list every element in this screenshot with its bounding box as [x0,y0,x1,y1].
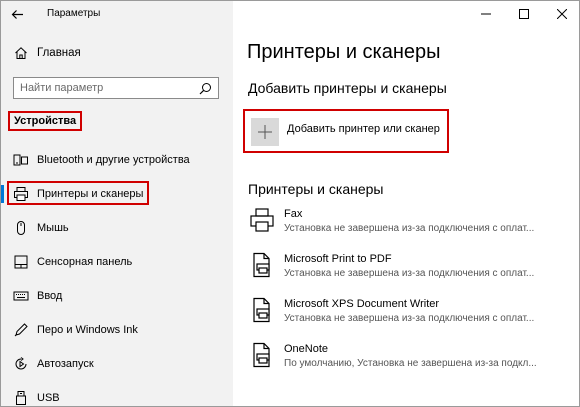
sidebar-item-printers[interactable]: Принтеры и сканеры [1,177,233,211]
sidebar-item-autoplay[interactable]: Автозапуск [1,347,233,381]
maximize-icon [519,9,529,19]
printer-item-fax[interactable]: Fax Установка не завершена из-за подключ… [247,205,579,250]
printer-status: По умолчанию, Установка не завершена из-… [284,358,537,369]
keyboard-icon [13,288,29,304]
touchpad-icon [13,254,29,270]
search-box[interactable] [13,77,219,99]
section-title-devices: Устройства [8,111,83,131]
printer-doc-icon [249,297,275,323]
main-content: Принтеры и сканеры Добавить принтеры и с… [233,1,579,406]
printer-list: Fax Установка не завершена из-за подключ… [247,205,579,385]
sidebar-item-label: USB [37,392,60,404]
printer-status: Установка не завершена из-за подключения… [284,268,535,279]
add-printer-label: Добавить принтер или сканер [287,123,440,135]
sidebar-item-label: Главная [37,47,81,59]
printer-doc-icon [249,342,275,368]
sidebar-item-pen[interactable]: Перо и Windows Ink [1,313,233,347]
home-icon [14,46,28,60]
printer-name: OneNote [284,343,329,355]
close-icon [557,9,567,19]
add-tile [251,118,279,146]
back-button[interactable] [7,4,27,24]
add-printer-button[interactable]: Добавить принтер или сканер [243,109,449,153]
sidebar-item-label: Ввод [37,290,63,302]
printer-name: Microsoft Print to PDF [284,253,392,265]
pen-icon [13,322,29,338]
printer-status: Установка не завершена из-за подключения… [284,223,535,234]
printer-name: Fax [284,208,303,220]
settings-window: Параметры Главная Устройства [0,0,580,407]
sidebar-item-touchpad[interactable]: Сенсорная панель [1,245,233,279]
sidebar: Параметры Главная Устройства [1,1,233,406]
printer-item-xps[interactable]: Microsoft XPS Document Writer Установка … [247,295,579,340]
printer-status: Установка не завершена из-за подключения… [284,313,535,324]
close-button[interactable] [543,1,579,27]
printer-name: Microsoft XPS Document Writer [284,298,440,310]
sidebar-item-label: Мышь [37,222,69,234]
printer-item-onenote[interactable]: OneNote По умолчанию, Установка не завер… [247,340,579,385]
bluetooth-devices-icon [13,152,29,168]
mouse-icon [13,220,29,236]
fax-printer-icon [249,207,275,233]
search-icon[interactable] [199,82,212,95]
sidebar-item-label: Сенсорная панель [37,256,133,268]
highlight-box [7,181,149,205]
printer-doc-icon [249,252,275,278]
sidebar-item-label: Перо и Windows Ink [37,324,138,336]
sidebar-item-mouse[interactable]: Мышь [1,211,233,245]
autoplay-icon [13,356,29,372]
selection-indicator [1,185,4,203]
sidebar-item-label: Автозапуск [37,358,94,370]
titlebar: Параметры [1,1,233,27]
add-section-title: Добавить принтеры и сканеры [248,80,447,96]
printer-list-title: Принтеры и сканеры [248,181,384,197]
page-title: Принтеры и сканеры [247,41,441,63]
sidebar-item-typing[interactable]: Ввод [1,279,233,313]
caption-buttons [467,1,579,27]
maximize-button[interactable] [505,1,543,27]
sidebar-item-label: Bluetooth и другие устройства [37,154,190,166]
sidebar-nav-list: Bluetooth и другие устройства Принтеры и… [1,143,233,406]
back-arrow-icon [11,9,23,19]
window-title: Параметры [47,8,101,19]
minimize-button[interactable] [467,1,505,27]
sidebar-item-usb[interactable]: USB [1,381,233,406]
minimize-icon [481,13,491,15]
sidebar-item-home[interactable]: Главная [1,41,233,65]
plus-icon [258,125,272,139]
search-input[interactable] [14,82,194,94]
printer-item-pdf[interactable]: Microsoft Print to PDF Установка не заве… [247,250,579,295]
sidebar-item-bluetooth[interactable]: Bluetooth и другие устройства [1,143,233,177]
usb-icon [13,390,29,406]
